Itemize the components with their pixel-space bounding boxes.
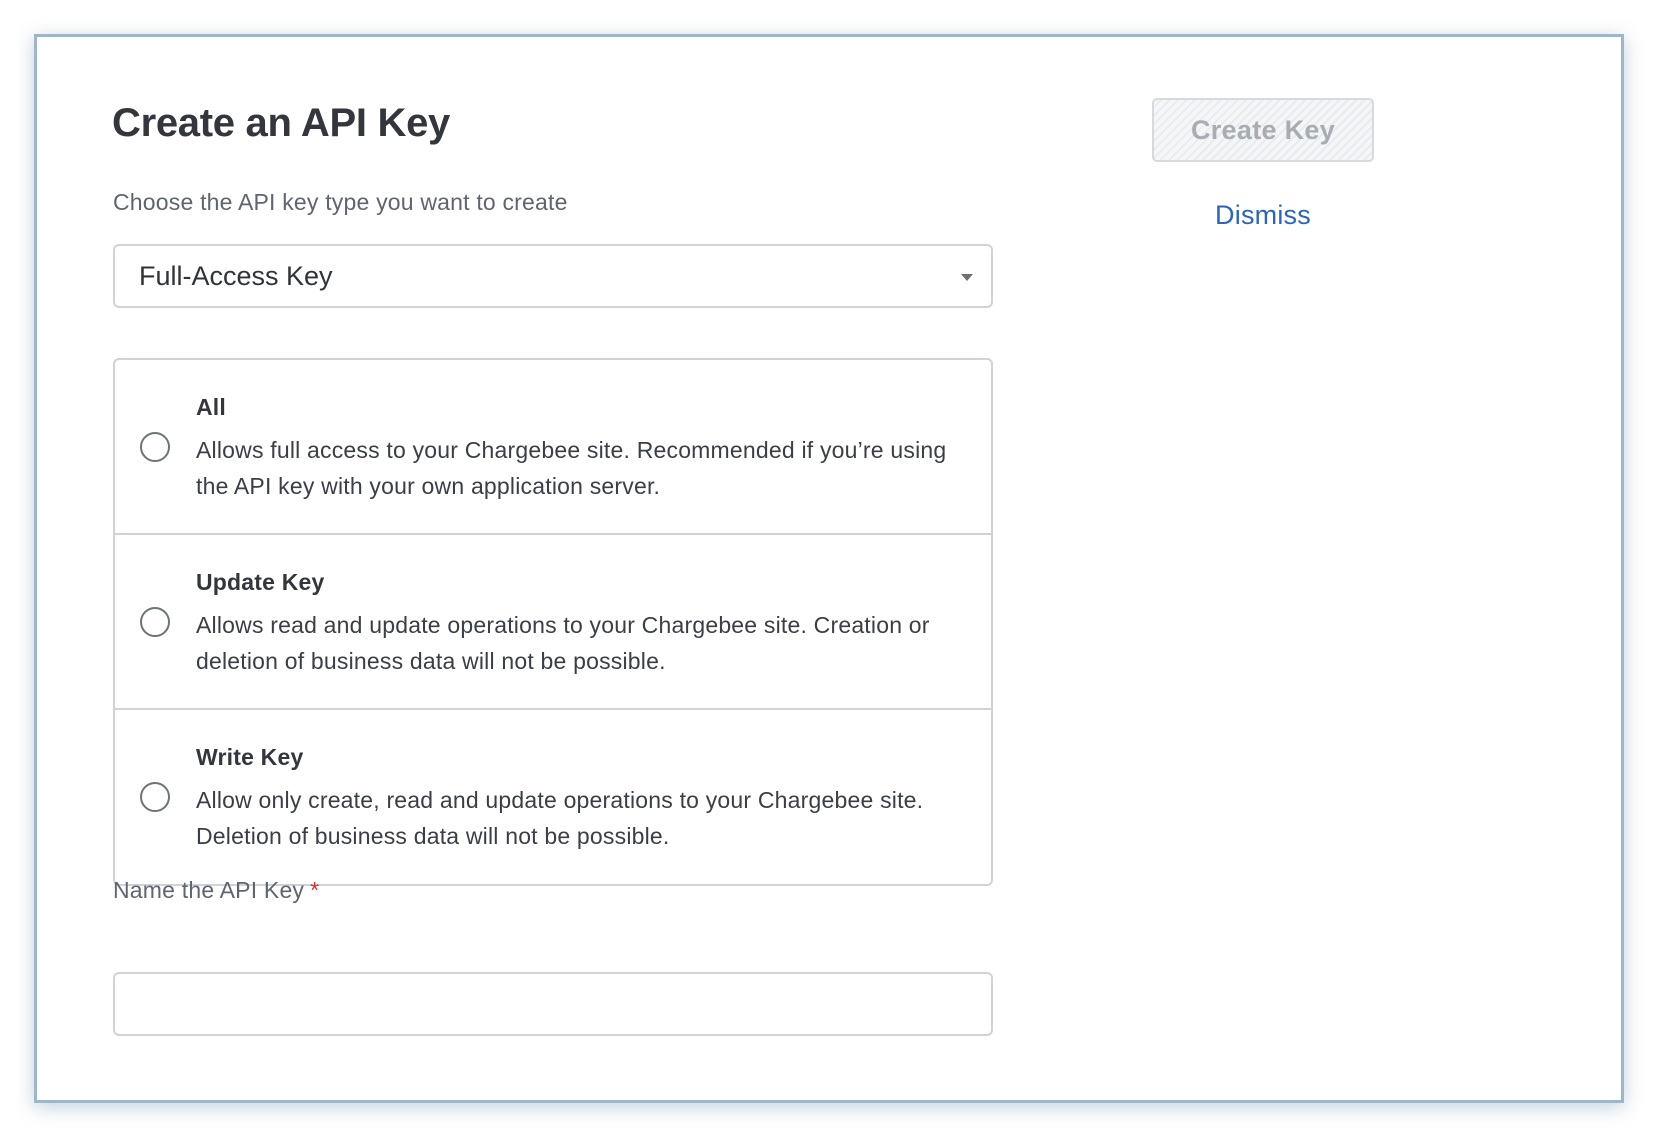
key-type-selected-value: Full-Access Key [139, 261, 333, 291]
api-key-name-label: Name the API Key * [113, 877, 319, 904]
create-api-key-panel: Create an API Key Choose the API key typ… [34, 34, 1624, 1103]
option-description: Allows full access to your Chargebee sit… [196, 437, 947, 499]
radio-update-key[interactable] [140, 607, 170, 637]
option-description: Allow only create, read and update opera… [196, 787, 924, 849]
api-key-name-label-text: Name the API Key [113, 877, 305, 903]
access-options-list: All Allows full access to your Chargebee… [113, 358, 993, 886]
option-update-key[interactable]: Update Key Allows read and update operat… [115, 535, 991, 710]
option-title: Update Key [196, 569, 325, 595]
required-marker: * [310, 877, 320, 903]
create-key-button[interactable]: Create Key [1152, 98, 1374, 162]
radio-write-key[interactable] [140, 782, 170, 812]
dismiss-link[interactable]: Dismiss [1152, 200, 1374, 231]
option-title: All [196, 394, 226, 420]
chevron-down-icon [961, 274, 973, 281]
key-type-select[interactable]: Full-Access Key [113, 244, 993, 308]
api-key-name-input[interactable] [113, 972, 993, 1036]
key-type-label: Choose the API key type you want to crea… [113, 189, 568, 215]
option-description: Allows read and update operations to you… [196, 612, 930, 674]
option-title: Write Key [196, 744, 304, 770]
radio-all[interactable] [140, 432, 170, 462]
option-all[interactable]: All Allows full access to your Chargebee… [115, 360, 991, 535]
page-title: Create an API Key [112, 101, 451, 145]
option-write-key[interactable]: Write Key Allow only create, read and up… [115, 710, 991, 884]
